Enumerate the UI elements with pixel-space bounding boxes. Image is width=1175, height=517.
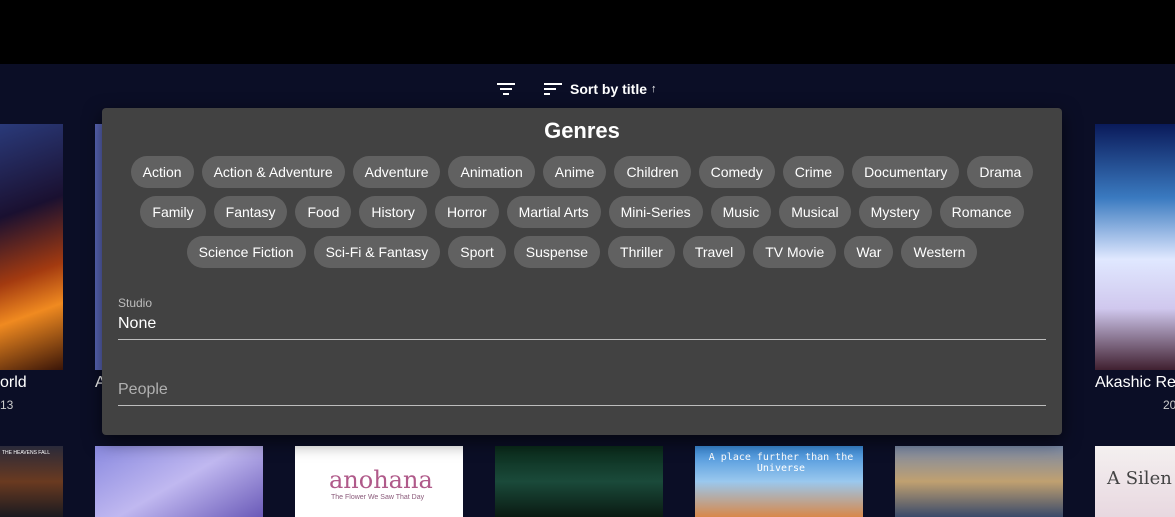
genre-chip-sport[interactable]: Sport xyxy=(448,236,506,268)
genre-chip-crime[interactable]: Crime xyxy=(782,156,845,188)
filter-panel: Genres Action Action & Adventure Adventure… xyxy=(102,108,1062,435)
filter-icon xyxy=(497,83,515,95)
poster-3[interactable] xyxy=(1095,124,1175,370)
genre-chip-travel[interactable]: Travel xyxy=(682,236,746,268)
genre-chip-comedy[interactable]: Comedy xyxy=(698,156,775,188)
sort-direction-icon: ↑ xyxy=(651,83,657,95)
card-title-3[interactable]: Akashic Re xyxy=(1095,374,1175,392)
genre-chip-martial-arts[interactable]: Martial Arts xyxy=(506,196,601,228)
card-year-1: 13 xyxy=(0,398,14,412)
poster-bottom-4[interactable] xyxy=(495,446,663,517)
people-input[interactable]: People xyxy=(118,381,1046,405)
genre-chip-action-adventure[interactable]: Action & Adventure xyxy=(201,156,345,188)
poster-bottom-5-caption: A place further than the Universe xyxy=(708,452,854,474)
poster-bottom-1[interactable]: THE HEAVENS FALL xyxy=(0,446,63,517)
poster-bottom-3[interactable]: anohana The Flower We Saw That Day xyxy=(295,446,463,517)
poster-bottom-1-caption: THE HEAVENS FALL xyxy=(2,450,50,456)
sort-icon xyxy=(544,83,562,95)
library-toolbar: Sort by title ↑ xyxy=(0,64,1175,112)
genre-chip-tv-movie[interactable]: TV Movie xyxy=(753,236,837,268)
sort-button[interactable]: Sort by title ↑ xyxy=(542,78,657,100)
genre-chip-animation[interactable]: Animation xyxy=(448,156,535,188)
poster-bottom-2[interactable] xyxy=(95,446,263,517)
genre-chip-music[interactable]: Music xyxy=(710,196,772,228)
card-year-3: 20 xyxy=(1163,398,1175,412)
studio-value[interactable]: None xyxy=(118,315,1046,339)
genre-chip-science-fiction[interactable]: Science Fiction xyxy=(186,236,306,268)
genre-chip-sci-fi-fantasy[interactable]: Sci-Fi & Fantasy xyxy=(313,236,441,268)
genre-chip-suspense[interactable]: Suspense xyxy=(513,236,601,268)
poster-bottom-5[interactable]: A place further than the Universe xyxy=(695,446,863,517)
genre-chip-documentary[interactable]: Documentary xyxy=(852,156,960,188)
app-header xyxy=(0,0,1175,64)
genre-chip-history[interactable]: History xyxy=(359,196,427,228)
sort-label: Sort by title xyxy=(570,81,648,97)
studio-label: Studio xyxy=(118,296,153,310)
genre-chip-thriller[interactable]: Thriller xyxy=(608,236,675,268)
poster-bottom-3-subtitle: The Flower We Saw That Day xyxy=(331,494,425,501)
genres-heading: Genres xyxy=(544,118,620,143)
genre-chip-western[interactable]: Western xyxy=(901,236,978,268)
poster-1[interactable] xyxy=(0,124,63,370)
genre-chip-mini-series[interactable]: Mini-Series xyxy=(608,196,703,228)
genre-chip-food[interactable]: Food xyxy=(295,196,352,228)
genre-chip-action[interactable]: Action xyxy=(130,156,194,188)
genre-chip-romance[interactable]: Romance xyxy=(939,196,1024,228)
genre-chip-fantasy[interactable]: Fantasy xyxy=(213,196,288,228)
poster-bottom-6[interactable] xyxy=(895,446,1063,517)
poster-bottom-3-title: anohana xyxy=(329,466,433,494)
studio-field[interactable]: Studio None xyxy=(118,296,1046,340)
genre-chip-war[interactable]: War xyxy=(844,236,894,268)
poster-bottom-7-caption: A Silen xyxy=(1107,468,1172,489)
genre-chip-family[interactable]: Family xyxy=(140,196,206,228)
genre-chip-list: Action Action & Adventure Adventure Animati… xyxy=(118,156,1046,268)
genre-chip-drama[interactable]: Drama xyxy=(967,156,1034,188)
genre-chip-children[interactable]: Children xyxy=(614,156,691,188)
genre-chip-adventure[interactable]: Adventure xyxy=(352,156,441,188)
genre-chip-musical[interactable]: Musical xyxy=(779,196,851,228)
genre-chip-anime[interactable]: Anime xyxy=(542,156,607,188)
poster-bottom-7[interactable]: A Silen xyxy=(1095,446,1175,517)
genre-chip-horror[interactable]: Horror xyxy=(434,196,499,228)
filter-button[interactable] xyxy=(494,78,518,100)
genre-chip-mystery[interactable]: Mystery xyxy=(858,196,932,228)
card-title-1[interactable]: orld xyxy=(0,374,63,392)
people-field[interactable]: People xyxy=(118,381,1046,406)
